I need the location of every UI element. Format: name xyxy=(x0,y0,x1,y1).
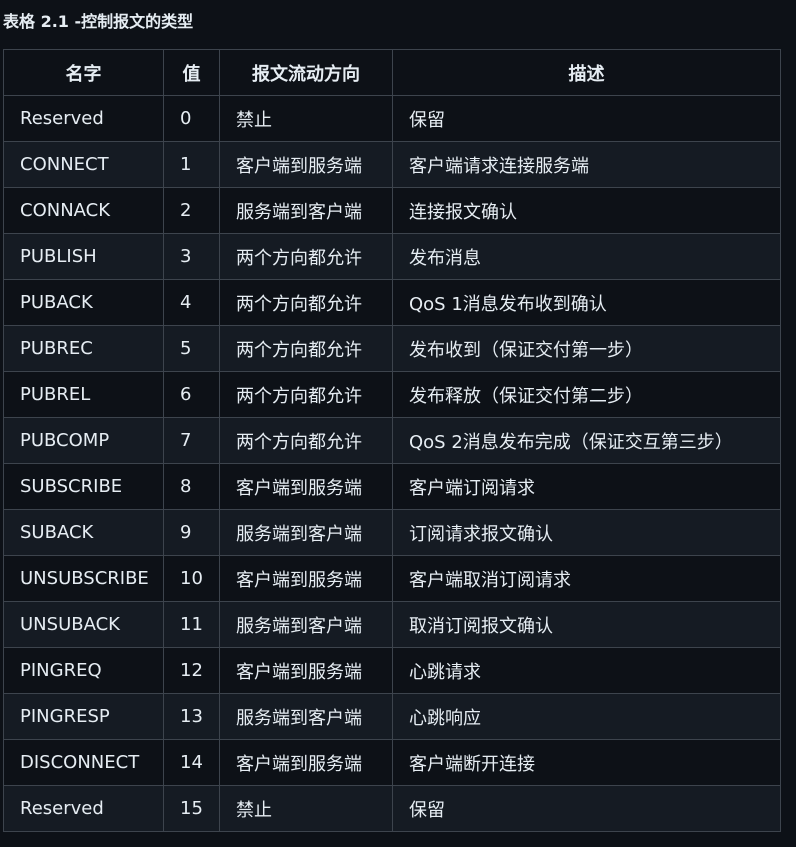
table-header: 名字 值 报文流动方向 描述 xyxy=(3,49,781,96)
cell-value: 8 xyxy=(163,463,220,510)
cell-name: Reserved xyxy=(3,785,164,832)
table-body: Reserved 0 禁止 保留 CONNECT 1 客户端到服务端 客户端请求连接服务端 CO… xyxy=(3,95,781,832)
table-row: PUBREC 5 两个方向都允许 发布收到（保证交付第一步） xyxy=(3,325,781,372)
cell-direction: 服务端到客户端 xyxy=(219,693,393,740)
cell-direction: 客户端到服务端 xyxy=(219,141,393,188)
table-row: DISCONNECT 14 客户端到服务端 客户端断开连接 xyxy=(3,739,781,786)
cell-description: 客户端请求连接服务端 xyxy=(392,141,781,188)
table-row: Reserved 15 禁止 保留 xyxy=(3,785,781,832)
cell-direction: 禁止 xyxy=(219,95,393,142)
cell-name: PINGREQ xyxy=(3,647,164,694)
cell-direction: 客户端到服务端 xyxy=(219,739,393,786)
table-row: SUBSCRIBE 8 客户端到服务端 客户端订阅请求 xyxy=(3,463,781,510)
cell-description: 发布收到（保证交付第一步） xyxy=(392,325,781,372)
cell-value: 2 xyxy=(163,187,220,234)
cell-value: 7 xyxy=(163,417,220,464)
header-name: 名字 xyxy=(3,49,164,96)
table-row: PUBCOMP 7 两个方向都允许 QoS 2消息发布完成（保证交互第三步） xyxy=(3,417,781,464)
cell-direction: 客户端到服务端 xyxy=(219,463,393,510)
cell-direction: 服务端到客户端 xyxy=(219,509,393,556)
cell-name: CONNECT xyxy=(3,141,164,188)
table-row: UNSUBSCRIBE 10 客户端到服务端 客户端取消订阅请求 xyxy=(3,555,781,602)
cell-value: 6 xyxy=(163,371,220,418)
cell-description: 订阅请求报文确认 xyxy=(392,509,781,556)
cell-direction: 禁止 xyxy=(219,785,393,832)
table-row: CONNECT 1 客户端到服务端 客户端请求连接服务端 xyxy=(3,141,781,188)
table-row: PUBACK 4 两个方向都允许 QoS 1消息发布收到确认 xyxy=(3,279,781,326)
cell-description: 保留 xyxy=(392,95,781,142)
cell-value: 15 xyxy=(163,785,220,832)
cell-value: 1 xyxy=(163,141,220,188)
cell-value: 4 xyxy=(163,279,220,326)
cell-value: 0 xyxy=(163,95,220,142)
cell-description: 发布释放（保证交付第二步） xyxy=(392,371,781,418)
cell-direction: 两个方向都允许 xyxy=(219,417,393,464)
cell-name: Reserved xyxy=(3,95,164,142)
cell-direction: 客户端到服务端 xyxy=(219,647,393,694)
table-row: Reserved 0 禁止 保留 xyxy=(3,95,781,142)
cell-name: SUBSCRIBE xyxy=(3,463,164,510)
cell-description: 客户端订阅请求 xyxy=(392,463,781,510)
cell-description: 发布消息 xyxy=(392,233,781,280)
table-row: CONNACK 2 服务端到客户端 连接报文确认 xyxy=(3,187,781,234)
cell-name: DISCONNECT xyxy=(3,739,164,786)
cell-description: 取消订阅报文确认 xyxy=(392,601,781,648)
cell-name: PUBREC xyxy=(3,325,164,372)
cell-value: 14 xyxy=(163,739,220,786)
table-row: PUBREL 6 两个方向都允许 发布释放（保证交付第二步） xyxy=(3,371,781,418)
cell-direction: 两个方向都允许 xyxy=(219,233,393,280)
header-direction: 报文流动方向 xyxy=(219,49,393,96)
cell-description: 心跳请求 xyxy=(392,647,781,694)
table-row: PINGRESP 13 服务端到客户端 心跳响应 xyxy=(3,693,781,740)
cell-direction: 两个方向都允许 xyxy=(219,279,393,326)
cell-description: 客户端断开连接 xyxy=(392,739,781,786)
header-description: 描述 xyxy=(392,49,781,96)
cell-name: UNSUBSCRIBE xyxy=(3,555,164,602)
header-value: 值 xyxy=(163,49,220,96)
cell-description: QoS 2消息发布完成（保证交互第三步） xyxy=(392,417,781,464)
header-row: 名字 值 报文流动方向 描述 xyxy=(3,49,781,96)
cell-value: 3 xyxy=(163,233,220,280)
cell-value: 12 xyxy=(163,647,220,694)
table-row: PINGREQ 12 客户端到服务端 心跳请求 xyxy=(3,647,781,694)
table-row: PUBLISH 3 两个方向都允许 发布消息 xyxy=(3,233,781,280)
cell-name: UNSUBACK xyxy=(3,601,164,648)
cell-description: 客户端取消订阅请求 xyxy=(392,555,781,602)
table-caption: 表格 2.1 -控制报文的类型 xyxy=(3,12,194,31)
cell-name: SUBACK xyxy=(3,509,164,556)
table-row: SUBACK 9 服务端到客户端 订阅请求报文确认 xyxy=(3,509,781,556)
cell-direction: 服务端到客户端 xyxy=(219,187,393,234)
cell-name: PUBLISH xyxy=(3,233,164,280)
cell-description: QoS 1消息发布收到确认 xyxy=(392,279,781,326)
cell-direction: 服务端到客户端 xyxy=(219,601,393,648)
cell-name: PUBCOMP xyxy=(3,417,164,464)
cell-direction: 两个方向都允许 xyxy=(219,325,393,372)
cell-value: 5 xyxy=(163,325,220,372)
cell-direction: 客户端到服务端 xyxy=(219,555,393,602)
cell-name: PUBREL xyxy=(3,371,164,418)
cell-description: 心跳响应 xyxy=(392,693,781,740)
cell-value: 11 xyxy=(163,601,220,648)
cell-description: 保留 xyxy=(392,785,781,832)
control-packet-types-table: 名字 值 报文流动方向 描述 Reserved 0 禁止 保留 CONNECT 1 客户端到… xyxy=(3,49,781,832)
cell-name: PINGRESP xyxy=(3,693,164,740)
cell-value: 9 xyxy=(163,509,220,556)
cell-name: PUBACK xyxy=(3,279,164,326)
cell-direction: 两个方向都允许 xyxy=(219,371,393,418)
cell-value: 10 xyxy=(163,555,220,602)
cell-value: 13 xyxy=(163,693,220,740)
cell-name: CONNACK xyxy=(3,187,164,234)
cell-description: 连接报文确认 xyxy=(392,187,781,234)
table-row: UNSUBACK 11 服务端到客户端 取消订阅报文确认 xyxy=(3,601,781,648)
